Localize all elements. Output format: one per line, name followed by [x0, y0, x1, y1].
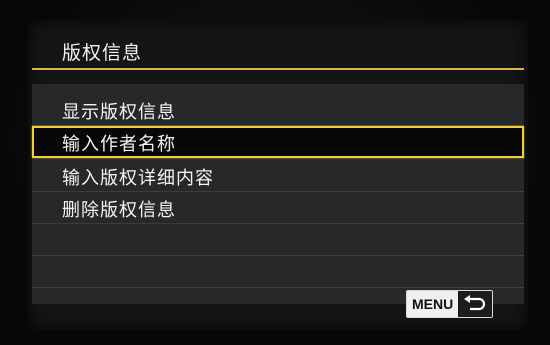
menu-item-label: 删除版权信息: [62, 200, 176, 221]
menu-item-enter-author-name[interactable]: 输入作者名称: [32, 126, 524, 158]
menu-item-label: 输入版权详细内容: [62, 168, 214, 189]
title-divider: [32, 68, 524, 70]
menu-list: 显示版权信息 输入作者名称 输入版权详细内容 删除版权信息: [32, 84, 524, 304]
page-title: 版权信息: [62, 42, 143, 64]
menu-empty-row: [32, 256, 524, 288]
menu-item-enter-copyright-details[interactable]: 输入版权详细内容: [32, 160, 524, 192]
menu-empty-row: [32, 224, 524, 256]
menu-item-delete-copyright[interactable]: 删除版权信息: [32, 192, 524, 224]
return-arrow-icon: [458, 291, 493, 317]
menu-button-label: MENU: [407, 291, 459, 317]
menu-item-label: 输入作者名称: [62, 134, 176, 155]
menu-item-label: 显示版权信息: [62, 102, 176, 123]
camera-lcd-screen: 版权信息 显示版权信息 输入作者名称 输入版权详细内容 删除版权信息 MENU: [28, 20, 528, 330]
menu-back-button[interactable]: MENU: [406, 290, 494, 318]
menu-item-display-copyright[interactable]: 显示版权信息: [32, 94, 524, 126]
